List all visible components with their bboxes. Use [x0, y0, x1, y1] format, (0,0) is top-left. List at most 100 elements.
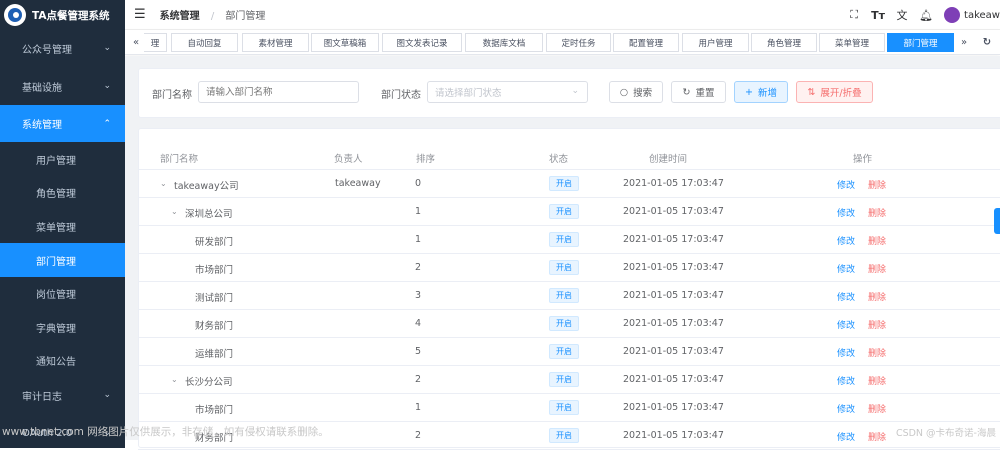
tag-item[interactable]: 理: [144, 33, 167, 52]
chevron-down-icon: ⌄: [103, 81, 111, 91]
translate-icon[interactable]: 文: [890, 7, 914, 23]
dept-status-label: 部门状态: [381, 90, 421, 101]
search-button-label: 搜索: [633, 88, 653, 99]
edit-link[interactable]: 修改: [837, 290, 855, 303]
tag-item[interactable]: 素材管理: [242, 33, 309, 52]
settings-drawer-handle[interactable]: [994, 208, 1000, 234]
edit-link[interactable]: 修改: [837, 178, 855, 191]
tag-item[interactable]: 图文草稿箱: [311, 33, 379, 52]
sidebar-item-label: 角色管理: [36, 189, 76, 200]
status-badge: 开启: [549, 316, 579, 331]
hamburger-icon[interactable]: ☰: [134, 7, 146, 22]
sidebar-item-posts[interactable]: 岗位管理: [0, 277, 125, 310]
edit-link[interactable]: 修改: [837, 346, 855, 359]
created-time-cell: 2021-01-05 17:03:47: [623, 374, 724, 385]
tag-item[interactable]: 图文发表记录: [382, 33, 462, 52]
sidebar: TA点餐管理系统 公众号管理 ⌄ 基础设施 ⌄ 系统管理 ⌃ 用户管理 角色管理…: [0, 0, 125, 448]
sidebar-item-users[interactable]: 用户管理: [0, 142, 125, 176]
edit-link[interactable]: 修改: [837, 402, 855, 415]
sidebar-item-label: 系统管理: [22, 120, 62, 131]
navbar: ☰ 系统管理 / 部门管理 ⛶ Tт 文 🔔︎ takeaw: [125, 0, 1000, 30]
sidebar-item-depts[interactable]: 部门管理: [0, 243, 125, 277]
tag-item[interactable]: 定时任务: [546, 33, 611, 52]
expand-row-icon[interactable]: ⌄: [160, 179, 167, 188]
watermark: www.tbnet.com 网络图片仅供展示，非存储，如有侵权请联系删除。 CS…: [0, 424, 1000, 440]
refresh-icon[interactable]: ↻: [978, 33, 996, 52]
chevron-down-icon: ⌄: [571, 86, 579, 96]
sidebar-item-wechat[interactable]: 公众号管理 ⌄: [0, 32, 125, 64]
dept-status-select[interactable]: 请选择部门状态 ⌄: [427, 81, 588, 103]
app-logo[interactable]: TA点餐管理系统: [0, 0, 125, 30]
username[interactable]: takeaw: [964, 10, 1000, 21]
sidebar-item-infra[interactable]: 基础设施 ⌄: [0, 69, 125, 103]
created-time-cell: 2021-01-05 17:03:47: [623, 402, 724, 413]
delete-link[interactable]: 删除: [868, 374, 886, 387]
sidebar-item-system[interactable]: 系统管理 ⌃: [0, 105, 125, 142]
reset-button[interactable]: ↻ 重置: [671, 81, 726, 103]
delete-link[interactable]: 删除: [868, 178, 886, 191]
scroll-right-icon[interactable]: »: [955, 33, 973, 52]
edit-link[interactable]: 修改: [837, 234, 855, 247]
tag-item[interactable]: 角色管理: [751, 33, 817, 52]
dept-name-input[interactable]: [198, 81, 359, 103]
breadcrumb: 系统管理 / 部门管理: [160, 7, 266, 22]
delete-link[interactable]: 删除: [868, 318, 886, 331]
edit-link[interactable]: 修改: [837, 206, 855, 219]
sort-cell: 2: [415, 262, 422, 273]
watermark-right: CSDN @卡布奇诺-海晨: [895, 428, 996, 439]
sidebar-item-menus[interactable]: 菜单管理: [0, 209, 125, 243]
delete-link[interactable]: 删除: [868, 234, 886, 247]
logo-icon: [4, 4, 26, 26]
expand-row-icon[interactable]: ⌄: [171, 207, 178, 216]
sidebar-item-audit[interactable]: 审计日志 ⌄: [0, 377, 125, 413]
sort-cell: 1: [415, 206, 422, 217]
delete-link[interactable]: 删除: [868, 402, 886, 415]
expand-collapse-button[interactable]: ⇅ 展开/折叠: [796, 81, 873, 103]
dept-name-cell: takeaway公司: [174, 181, 239, 192]
column-header: 排序: [416, 154, 436, 165]
plus-icon: +: [745, 86, 753, 98]
sidebar-item-label: 用户管理: [36, 155, 76, 167]
sort-cell: 5: [415, 346, 422, 357]
sidebar-item-label: 菜单管理: [36, 222, 76, 234]
created-time-cell: 2021-01-05 17:03:47: [623, 346, 724, 357]
sidebar-item-label: 基础设施: [22, 82, 62, 94]
avatar[interactable]: [944, 7, 961, 23]
tag-item[interactable]: 菜单管理: [819, 33, 885, 52]
sidebar-item-notices[interactable]: 通知公告: [0, 344, 125, 377]
status-badge: 开启: [549, 204, 579, 219]
fullscreen-icon[interactable]: ⛶: [842, 8, 866, 22]
edit-link[interactable]: 修改: [837, 318, 855, 331]
breadcrumb-current: 部门管理: [225, 11, 266, 22]
dept-name-cell: 运维部门: [195, 349, 234, 360]
scroll-left-icon[interactable]: «: [127, 33, 145, 52]
delete-link[interactable]: 删除: [868, 206, 886, 219]
edit-link[interactable]: 修改: [837, 262, 855, 275]
tag-item-active[interactable]: 部门管理: [887, 33, 954, 52]
expand-row-icon[interactable]: ⌄: [171, 375, 178, 384]
tag-item[interactable]: 配置管理: [613, 33, 679, 52]
status-badge: 开启: [549, 232, 579, 247]
tag-item[interactable]: 用户管理: [682, 33, 749, 52]
dept-name-cell: 测试部门: [195, 293, 234, 304]
search-button[interactable]: ○ 搜索: [609, 81, 663, 103]
dept-name-cell: 市场部门: [195, 405, 234, 416]
column-header: 状态: [549, 154, 569, 165]
tag-item[interactable]: 自动回复: [171, 33, 238, 52]
created-time-cell: 2021-01-05 17:03:47: [623, 290, 724, 301]
search-icon: ○: [619, 86, 629, 98]
add-button[interactable]: + 新增: [734, 81, 788, 103]
breadcrumb-item[interactable]: 系统管理: [160, 11, 200, 22]
chevron-down-icon: ⌄: [103, 43, 111, 53]
delete-link[interactable]: 删除: [868, 290, 886, 303]
sidebar-item-roles[interactable]: 角色管理: [0, 176, 125, 209]
font-size-icon[interactable]: Tт: [866, 9, 890, 22]
delete-link[interactable]: 删除: [868, 262, 886, 275]
delete-link[interactable]: 删除: [868, 346, 886, 359]
bell-icon[interactable]: 🔔︎: [914, 9, 938, 22]
dept-name-cell: 长沙分公司: [185, 377, 233, 388]
tag-item[interactable]: 数据库文档: [465, 33, 543, 52]
sidebar-item-dicts[interactable]: 字典管理: [0, 310, 125, 344]
edit-link[interactable]: 修改: [837, 374, 855, 387]
created-time-cell: 2021-01-05 17:03:47: [623, 178, 724, 189]
